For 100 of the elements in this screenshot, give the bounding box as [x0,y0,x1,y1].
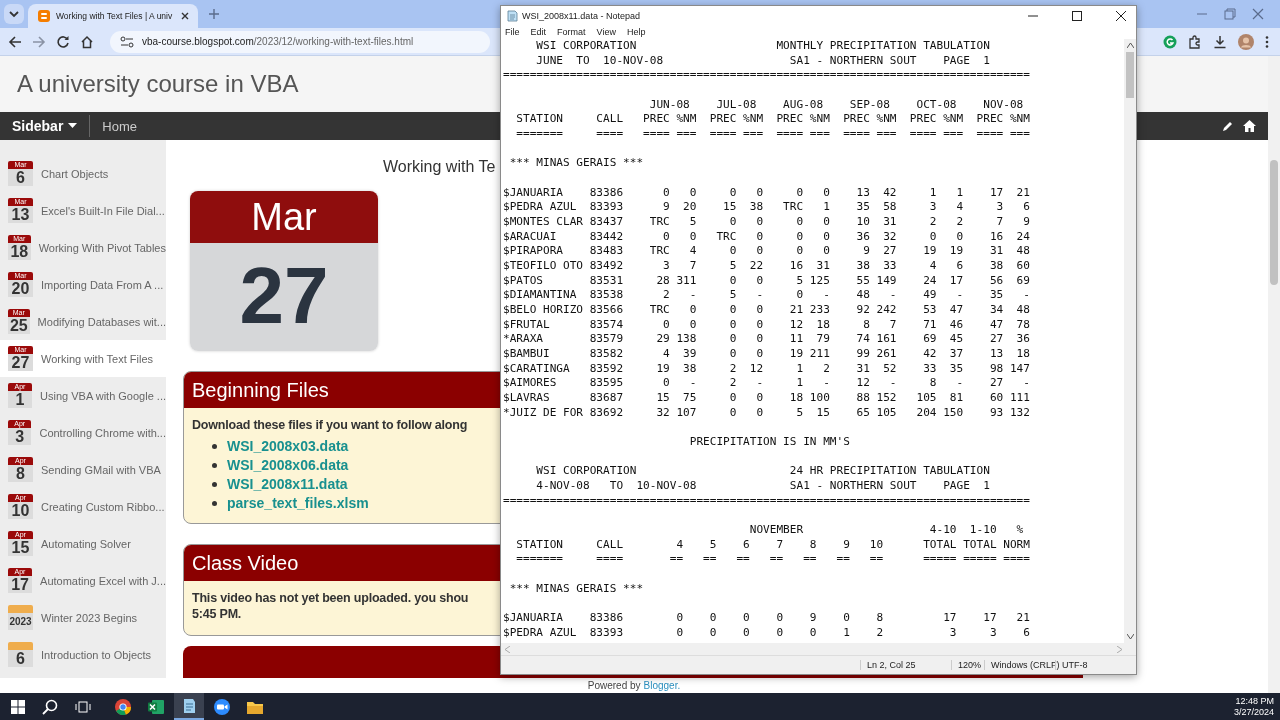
badge-day: 18 [8,243,31,260]
sidebar-item-title: Excel's Built-In File Dial... [41,204,165,217]
text-line: $MONTES CLAR 83437 TRC 5 0 0 0 0 10 31 2 2 7 9 [503,215,1031,230]
scrollbar[interactable] [1268,56,1280,693]
menu-item[interactable]: View [596,27,616,37]
sidebar-item-title: Introduction to Objects [41,648,152,661]
spreadsheet-icon [147,697,165,716]
close-icon[interactable] [1116,10,1126,21]
chrome-icon [114,697,132,716]
text-line: $PEDRA AZUL 83393 0 0 0 0 0 1 2 3 3 6 [503,625,1031,641]
back-icon[interactable] [8,34,22,49]
footer-text: Powered by [587,680,641,691]
bullet-icon [212,462,217,468]
text-line: $JANUARIA 83386 0 0 0 0 9 0 8 17 17 21 [503,611,1031,626]
text-line: =============================================================================== [503,493,1031,509]
window-title: WSI_2008x11.data - Notepad [522,10,640,21]
scroll-thumb[interactable] [1270,160,1278,285]
avatar-icon[interactable] [1238,33,1254,50]
notepad-icon [507,9,518,22]
file-link[interactable]: WSI_2008x06.data [227,457,349,473]
text-line: $PATOS 83531 28 311 0 0 5 125 55 149 24 17 56 69 [503,273,1031,289]
text-line: PRECIPITATION IS IN MM'S [688,435,851,450]
text-line: JUNE TO 10-NOV-08 SA1 - NORTHERN SOUT PAGE 1 [535,53,991,69]
file-link[interactable]: WSI_2008x11.data [227,476,348,492]
more-icon[interactable] [1265,34,1269,49]
sidebar-item-title: Importing Data From A ... [41,278,164,291]
text-line: ======= ==== ==== === ==== === ==== === ==== === ==== === ==== === [515,127,1031,142]
file-link[interactable]: WSI_2008x03.data [227,438,349,454]
text-line: $ARACUAI 83442 0 0 TRC 0 0 0 36 32 0 0 16 24 [503,229,1031,245]
scrollbar[interactable] [501,643,1136,655]
text-line: STATION CALL PREC %NM PREC %NM PREC %NM PREC %NM PREC %NM PREC %NM [515,112,1031,127]
task-view-icon[interactable] [75,699,91,714]
browser-tab[interactable]: Working with Text Files | A univ [28,4,198,28]
sidebar-item-title: Winter 2023 Begins [41,611,137,624]
sidebar-menu-button[interactable]: Sidebar [12,118,78,134]
sidebar-item[interactable]: 6 Introduction to Objects [0,636,166,673]
sidebar-item-title: Sending GMail with VBA [41,463,161,476]
maximize-icon[interactable] [1072,10,1082,21]
home-icon[interactable] [80,34,94,49]
menu-item[interactable]: Format [557,27,586,37]
text-line: 4-NOV-08 TO 10-NOV-08 SA1 - NORTHERN SOUT PAGE 1 [535,479,991,494]
badge-day: 15 [8,539,33,556]
scrollbar[interactable] [1124,39,1136,643]
text-line: $FRUTAL 83574 0 0 0 0 12 18 8 7 71 46 47 78 [503,317,1031,333]
sidebar-item-title: Modifying Databases wit... [37,315,166,328]
taskbar-app[interactable] [174,693,204,720]
badge-day: 6 [8,169,33,186]
search-icon[interactable] [42,698,58,715]
sidebar-item-title: Controlling Chrome with... [39,426,166,439]
nav-link[interactable]: Home [102,118,138,134]
reload-icon[interactable] [56,34,70,49]
text-line: $BAMBUI 83582 4 39 0 0 19 211 99 261 42 37 13 18 [503,347,1031,362]
sidebar-item-title: Automating Solver [41,537,131,550]
sidebar-item-title: Using VBA with Google ... [40,389,166,402]
text-line: =============================================================================== [503,68,1031,83]
download-icon[interactable] [1213,34,1227,49]
clock-date[interactable]: 3/27/2024 [1233,706,1274,718]
calendar-day: 27 [190,243,378,351]
sidebar-item-title: Working with Text Files [41,352,154,365]
blogger-link[interactable]: Blogger. [643,680,681,691]
bullet-icon [212,481,217,487]
new-tab-icon[interactable] [208,8,220,20]
sidebar-item[interactable]: 2023 Winter 2023 Begins [0,599,166,636]
windows-icon[interactable] [11,699,25,714]
bullet-icon [212,443,217,449]
url-host: vba-course.blogspot.com [142,36,254,47]
tab-title: Working with Text Files | A univ [56,11,174,21]
text-line: *** MINAS GERAIS *** [508,156,645,171]
text-line: WSI CORPORATION 24 HR PRECIPITATION TABULATION [535,464,991,480]
sidebar-item-title: Chart Objects [41,167,109,180]
text-line: $JANUARIA 83386 0 0 0 0 0 0 13 42 1 1 17 21 [503,185,1031,201]
text-line: $DIAMANTINA 83538 2 - 5 - 0 - 48 - 49 - 35 - [503,288,1031,304]
badge-day: 1 [8,391,33,408]
clock-time[interactable]: 12:48 PM [1235,695,1274,707]
url-path: /2023/12/working-with-text-files.html [253,36,414,47]
badge-day: 10 [8,502,33,519]
menu-item[interactable]: Edit [530,27,547,37]
tab-list-icon[interactable] [4,4,24,24]
text-line: ======= ==== == == == == == == == ===== ===== ==== [515,552,1031,568]
caret-icon [68,123,78,129]
text-line: $PIRAPORA 83483 TRC 4 0 0 0 0 9 27 19 19 31 48 [503,244,1031,260]
text-line: *JUIZ DE FOR 83692 32 107 0 0 5 15 65 105 204 150 93 132 [503,405,1031,421]
extension-icon[interactable] [1163,34,1177,49]
menu-item[interactable]: File [505,27,520,37]
close-icon[interactable] [180,11,190,21]
home-icon[interactable] [1243,120,1256,132]
address-bar[interactable]: vba-course.blogspot.com/2023/12/working-with-text-files.html [110,30,490,53]
scroll-thumb[interactable] [1126,52,1134,98]
badge-day: 6 [8,650,33,667]
site-info-icon [120,35,134,48]
pencil-icon[interactable] [1222,120,1234,132]
text-line: $TEOFILO OTO 83492 3 7 5 22 16 31 38 33 4 6 38 60 [503,259,1031,274]
file-link[interactable]: parse_text_files.xlsm [227,495,369,511]
puzzle-icon[interactable] [1188,34,1202,49]
text-line: $LAVRAS 83687 15 75 0 0 18 100 88 152 105 81 60 111 [503,391,1031,406]
menu-item[interactable]: Help [626,27,646,37]
section-intro: Download these files if you want to follow along [192,418,468,432]
text-line: *** MINAS GERAIS *** [508,581,645,597]
blog-title: A university course in VBA [17,70,299,98]
text-line: NOVEMBER 4-10 1-10 % [748,523,1025,538]
